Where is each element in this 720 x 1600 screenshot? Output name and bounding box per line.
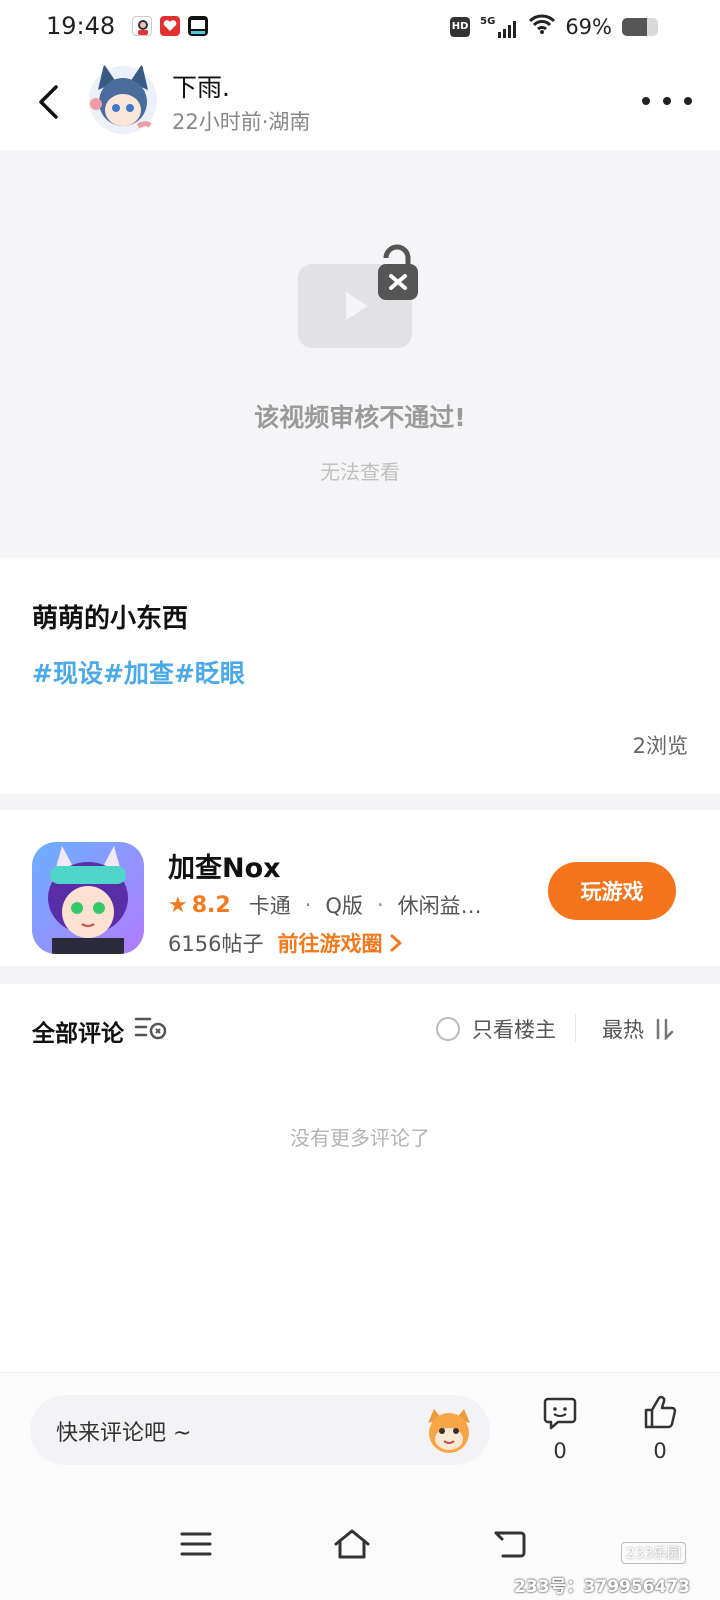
tag-link[interactable]: #眨眼: [174, 654, 245, 690]
system-nav-bar: 233乐园 233号：379956473: [0, 1498, 720, 1600]
notification-app-icon: [132, 16, 152, 36]
genre-label: 休闲益…: [397, 894, 482, 918]
hd-icon: HD: [450, 16, 471, 37]
comments-header: 全部评论: [32, 1014, 168, 1048]
comment-input-placeholder: 快来评论吧 ~: [56, 1421, 192, 1446]
game-name[interactable]: 加查Nox: [168, 846, 281, 885]
post-title: 萌萌的小东西: [32, 604, 189, 634]
tag-link[interactable]: #加查: [103, 654, 174, 690]
dot: [663, 97, 671, 105]
radio-icon: [436, 1017, 460, 1041]
tag-link[interactable]: #现设: [32, 654, 103, 690]
post-content: 萌萌的小东西 #现设 #加查 #眨眼 2浏览: [0, 558, 720, 794]
menu-nav-button[interactable]: [166, 1514, 226, 1574]
game-post-count: 6156帖子: [168, 932, 264, 956]
more-options-button[interactable]: [642, 86, 692, 116]
comment-filter-icon[interactable]: [134, 1015, 168, 1047]
star-icon: ★: [168, 892, 188, 918]
divider: [575, 1014, 576, 1042]
home-nav-button[interactable]: [322, 1514, 382, 1574]
post-header: 下雨. 22小时前·湖南: [0, 56, 720, 150]
blocked-subtitle: 无法查看: [320, 460, 400, 484]
like-button[interactable]: 0: [630, 1395, 690, 1463]
video-blocked-area: 该视频审核不通过! 无法查看: [0, 150, 720, 558]
comment-count-button[interactable]: 0: [530, 1395, 590, 1463]
author-avatar[interactable]: [86, 60, 160, 138]
thumbs-up-icon: [644, 1395, 677, 1429]
separator-dot: ·: [304, 893, 312, 917]
post-tags: #现设 #加查 #眨眼: [32, 654, 245, 690]
comments-title: 全部评论: [32, 1021, 124, 1047]
comments-section: 全部评论 只看楼主 最热 没有更多评论了: [0, 1002, 720, 1372]
notification-app-icon: [188, 16, 208, 36]
signal-type-label: 5G: [480, 15, 496, 27]
watermark-logo: 233乐园: [621, 1542, 686, 1564]
blocked-title: 该视频审核不通过!: [254, 403, 466, 432]
goto-game-circle-link[interactable]: 前往游戏圈: [277, 928, 404, 958]
sort-label: 最热: [602, 1018, 644, 1042]
chevron-right-icon: [390, 934, 402, 952]
comment-count: 0: [553, 1439, 567, 1463]
status-time: 19:48: [46, 12, 116, 40]
battery-percent: 69%: [565, 14, 612, 39]
separator-dot: ·: [376, 893, 384, 917]
like-count: 0: [653, 1439, 667, 1463]
back-nav-button[interactable]: [480, 1514, 540, 1574]
battery-fill: [622, 17, 647, 36]
game-card[interactable]: 加查Nox ★ 8.2 卡通 · Q版 · 休闲益… 6156帖子 前往游戏圈 …: [0, 810, 720, 986]
play-game-button[interactable]: 玩游戏: [548, 862, 676, 920]
return-icon: [494, 1531, 526, 1558]
bottom-action-bar: 快来评论吧 ~ 0 0: [0, 1372, 720, 1498]
dot: [684, 97, 692, 105]
goto-game-circle-label: 前往游戏圈: [277, 932, 383, 956]
game-posts-row: 6156帖子 前往游戏圈: [168, 928, 404, 958]
genre-label: 卡通: [248, 894, 291, 918]
no-more-comments: 没有更多评论了: [290, 1126, 430, 1150]
emoji-icon[interactable]: [422, 1403, 476, 1457]
section-divider: [0, 794, 720, 810]
dot: [642, 97, 650, 105]
game-icon[interactable]: [32, 842, 144, 954]
sort-toggle[interactable]: 最热: [602, 1014, 674, 1044]
battery-icon: [622, 17, 658, 36]
view-count: 2浏览: [632, 734, 688, 758]
notification-app-icon: [160, 16, 180, 36]
genre-label: Q版: [325, 894, 363, 918]
menu-icon: [180, 1532, 212, 1556]
post-time-location: 22小时前·湖南: [172, 110, 311, 134]
wifi-icon: [529, 14, 556, 39]
chevron-left-icon: [39, 85, 58, 119]
back-button[interactable]: [28, 78, 68, 126]
watermark-text: 233号：379956473: [514, 1577, 690, 1597]
only-author-toggle[interactable]: 只看楼主: [436, 1014, 556, 1044]
game-meta: ★ 8.2 卡通 · Q版 · 休闲益…: [168, 890, 482, 920]
only-author-label: 只看楼主: [472, 1018, 556, 1042]
comment-bubble-icon: [543, 1397, 577, 1430]
home-icon: [334, 1529, 370, 1559]
video-locked-icon: [298, 240, 428, 360]
game-rating: 8.2: [191, 892, 231, 918]
status-bar: 19:48 HD 5G 69%: [0, 0, 720, 56]
cellular-signal-icon: 5G: [480, 16, 519, 38]
section-divider: [0, 966, 720, 984]
comment-input[interactable]: 快来评论吧 ~: [30, 1395, 490, 1465]
status-indicators: HD 5G 69%: [450, 14, 658, 39]
sort-icon: [656, 1018, 674, 1040]
author-name[interactable]: 下雨.: [172, 68, 230, 104]
